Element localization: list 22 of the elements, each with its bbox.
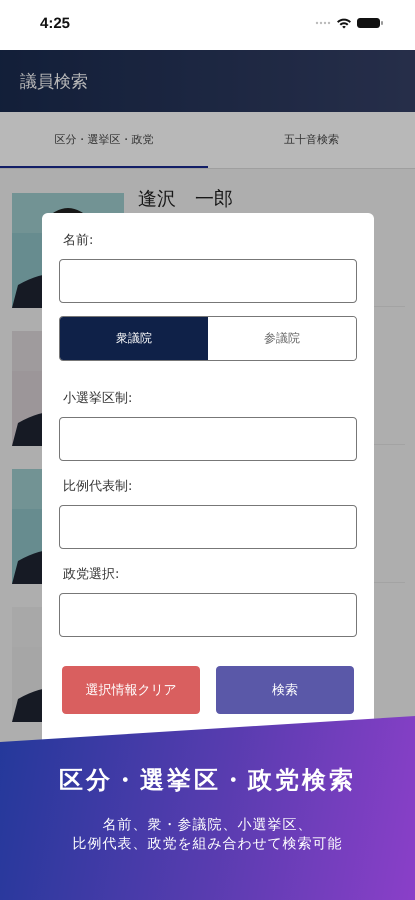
input-field[interactable] (59, 417, 357, 461)
clear-button[interactable]: 選択情報クリア (62, 666, 200, 714)
input-field[interactable] (59, 259, 357, 303)
tab[interactable]: 区分・選挙区・政党 (0, 112, 208, 168)
signal-icon (315, 21, 331, 25)
banner-caption: 名前、衆・参議院、小選挙区、 (102, 816, 312, 835)
field-label: 名前: (63, 233, 94, 249)
wifi-icon (336, 17, 352, 29)
field-label: 比例代表制: (63, 479, 134, 495)
segment-option[interactable]: 衆議院 (60, 317, 208, 360)
field-label: 政党選択: (63, 567, 120, 583)
banner-caption: 比例代表、政党を組み合わせて検索可能 (72, 835, 342, 854)
tab[interactable]: 五十音検索 (208, 112, 415, 168)
status-time: 4:25 (40, 14, 70, 32)
screen-title: 議員検索 (20, 70, 88, 92)
input-field[interactable] (59, 505, 357, 549)
member-name: 逢沢 一郎 (138, 190, 233, 212)
field-label: 小選挙区制: (63, 391, 134, 407)
input-field[interactable] (59, 593, 357, 637)
search-button[interactable]: 検索 (216, 666, 354, 714)
banner-title: 区分・選挙区・政党検索 (59, 765, 356, 796)
battery-icon (357, 17, 383, 29)
